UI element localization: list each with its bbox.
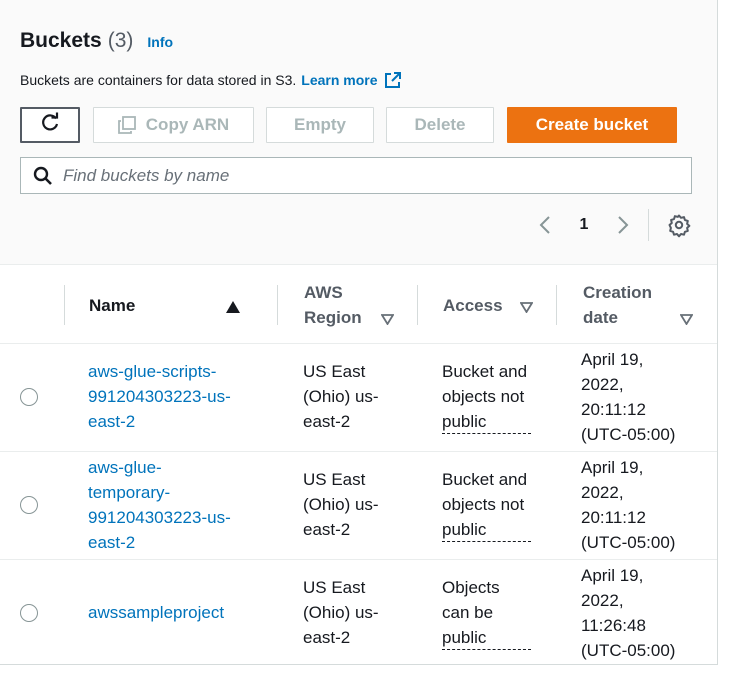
bucket-creation-date: April 19, 2022, 20:11:12 (UTC-05:00) [581, 350, 676, 444]
copy-arn-label: Copy ARN [145, 115, 230, 134]
copy-arn-button[interactable]: Copy ARN [93, 107, 254, 143]
info-link[interactable]: Info [147, 34, 173, 50]
column-region-line1: AWS [304, 283, 343, 302]
bucket-region: US East (Ohio) us- east-2 [303, 578, 379, 647]
delete-button[interactable]: Delete [386, 107, 494, 143]
buckets-panel: Buckets (3) Info Buckets are containers … [0, 0, 718, 665]
column-access-label: Access [443, 295, 503, 315]
row-radio[interactable] [20, 496, 38, 514]
bucket-access[interactable]: Objects can be public [442, 575, 547, 650]
row-radio[interactable] [20, 604, 38, 622]
description-row: Buckets are containers for data stored i… [20, 71, 402, 89]
bucket-creation-date: April 19, 2022, 20:11:12 (UTC-05:00) [581, 458, 676, 552]
gear-icon[interactable] [666, 212, 692, 238]
pagination: 1 [530, 207, 691, 243]
table-row: awssampleproject US East (Ohio) us- east… [0, 560, 717, 668]
bucket-name-link[interactable]: aws-glue-scripts- 991204303223-us- east-… [88, 359, 268, 434]
page-title: Buckets [20, 29, 102, 52]
learn-more-link[interactable]: Learn more [301, 72, 377, 88]
description-text: Buckets are containers for data stored i… [20, 72, 297, 88]
empty-button[interactable]: Empty [266, 107, 374, 143]
row-radio[interactable] [20, 388, 38, 406]
bucket-name-link[interactable]: aws-glue- temporary- 991204303223-us- ea… [88, 455, 268, 555]
external-link-icon[interactable] [384, 71, 402, 89]
column-name-label: Name [89, 295, 136, 315]
search-input[interactable] [63, 165, 663, 186]
search-icon [33, 166, 53, 186]
column-header-access[interactable]: Access [418, 265, 558, 345]
pager-divider [648, 209, 649, 241]
column-date-line1: Creation [583, 283, 652, 302]
page-number[interactable]: 1 [560, 216, 608, 234]
buckets-table: Name AWS Region Access Creation date aws… [0, 264, 717, 668]
chevron-left-icon[interactable] [530, 210, 560, 240]
sort-ascending-icon[interactable] [226, 298, 240, 318]
create-bucket-button[interactable]: Create bucket [507, 107, 677, 143]
column-region-line2: Region [304, 308, 362, 327]
sort-descending-icon[interactable] [679, 310, 694, 330]
bucket-region: US East (Ohio) us- east-2 [303, 470, 379, 539]
column-date-label: Creation date [583, 280, 652, 330]
column-region-label: AWS Region [304, 280, 362, 330]
column-header-name[interactable]: Name [64, 265, 278, 345]
sort-descending-icon[interactable] [519, 298, 534, 318]
chevron-right-icon[interactable] [608, 210, 638, 240]
sort-descending-icon[interactable] [380, 310, 395, 330]
table-row: aws-glue- temporary- 991204303223-us- ea… [0, 452, 717, 560]
table-header: Name AWS Region Access Creation date [0, 264, 717, 344]
toolbar: Copy ARN Empty Delete Create bucket [0, 107, 717, 143]
column-header-date[interactable]: Creation date [557, 265, 717, 345]
bucket-access[interactable]: Bucket and objects not public [442, 359, 547, 434]
buckets-header: Buckets (3) Info Buckets are containers … [0, 0, 717, 264]
bucket-count: (3) [107, 29, 134, 52]
title-row: Buckets (3) Info [20, 29, 173, 53]
bucket-creation-date: April 19, 2022, 11:26:48 (UTC-05:00) [581, 566, 676, 660]
bucket-region: US East (Ohio) us- east-2 [303, 362, 379, 431]
column-header-region[interactable]: AWS Region [278, 265, 418, 345]
refresh-button[interactable] [20, 107, 80, 143]
table-row: aws-glue-scripts- 991204303223-us- east-… [0, 344, 717, 452]
copy-icon [117, 116, 136, 134]
column-date-line2: date [583, 308, 618, 327]
refresh-icon [39, 112, 61, 139]
search-box [20, 157, 692, 194]
bucket-name-link[interactable]: awssampleproject [88, 600, 268, 625]
bucket-access[interactable]: Bucket and objects not public [442, 467, 547, 542]
